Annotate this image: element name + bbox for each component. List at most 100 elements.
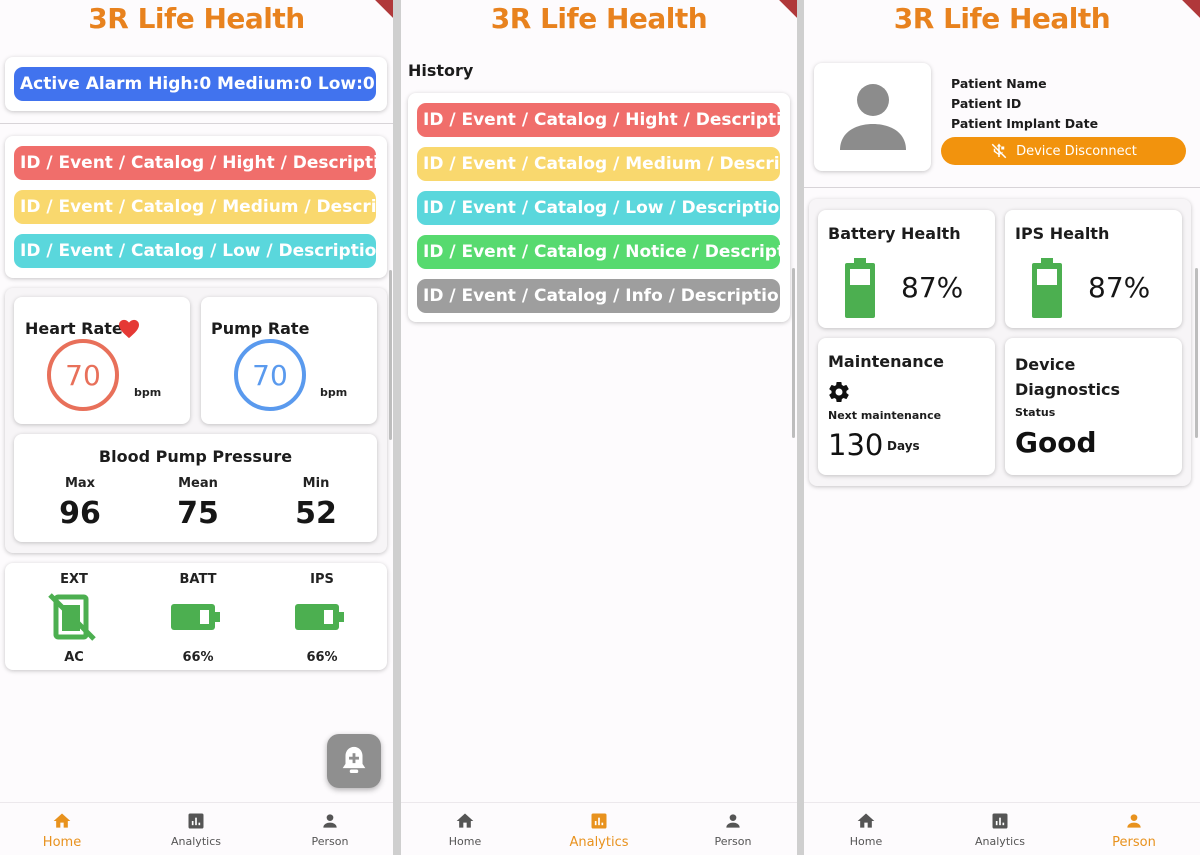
nav-person[interactable]: Person	[1089, 811, 1179, 850]
divider	[0, 123, 393, 124]
add-alarm-button[interactable]	[327, 734, 381, 788]
bottom-nav: Home Analytics Person	[804, 802, 1200, 855]
history-item-notice[interactable]: ID / Event / Catalog / Notice / Descript…	[417, 235, 780, 269]
pump-rate-label: Pump Rate	[211, 319, 310, 338]
nav-analytics-label: Analytics	[171, 835, 221, 848]
home-icon	[53, 813, 71, 828]
person-screen: 3R Life Health Patient Name Patient ID P…	[804, 0, 1200, 855]
alarm-item-high[interactable]: ID / Event / Catalog / Hight / Descripti…	[14, 146, 376, 180]
avatar-icon	[840, 84, 906, 150]
analytics-icon	[992, 813, 1008, 829]
ext-label: EXT	[60, 572, 88, 587]
heart-rate-label: Heart Rate	[25, 319, 123, 338]
scrollbar[interactable]	[792, 268, 795, 438]
device-disconnect-button[interactable]: Device Disconnect	[941, 137, 1186, 165]
usb-off-icon	[991, 143, 1007, 159]
mean-value: 75	[177, 496, 219, 531]
pump-rate-unit: bpm	[320, 386, 348, 399]
blood-pressure-title: Blood Pump Pressure	[98, 447, 293, 466]
ips-health-value: 87%	[1088, 271, 1151, 304]
app-title: 3R Life Health	[893, 2, 1111, 35]
app-title: 3R Life Health	[88, 2, 305, 35]
history-item-high[interactable]: ID / Event / Catalog / Hight / Descripti…	[417, 103, 780, 137]
nav-home[interactable]: Home	[420, 811, 510, 848]
max-label: Max	[64, 476, 96, 491]
nav-analytics-label: Analytics	[569, 835, 629, 850]
history-label: History	[408, 61, 474, 80]
nav-home-label: Home	[849, 835, 883, 848]
nav-home[interactable]: Home	[17, 811, 107, 850]
ips-health-label: IPS Health	[1015, 224, 1110, 243]
patient-name: Patient Name	[951, 76, 1047, 91]
analytics-icon	[591, 813, 607, 829]
min-value: 52	[295, 496, 337, 531]
nav-analytics[interactable]: Analytics	[554, 811, 644, 850]
battery-health-label: Battery Health	[828, 224, 961, 243]
max-value: 96	[59, 496, 101, 531]
bottom-nav: Home Analytics Person	[401, 802, 797, 855]
avatar[interactable]	[814, 63, 931, 171]
scrollbar[interactable]	[389, 270, 392, 440]
pump-rate-card: Pump Rate 70 bpm	[201, 297, 377, 424]
person-icon	[726, 814, 740, 828]
nav-person-label: Person	[1112, 835, 1156, 850]
nav-analytics-label: Analytics	[975, 835, 1025, 848]
history-item-low[interactable]: ID / Event / Catalog / Low / Description	[417, 191, 780, 225]
nav-home[interactable]: Home	[821, 811, 911, 848]
person-icon	[1127, 814, 1141, 828]
device-status-card: Battery Health 87% IPS Health 87% Mainte…	[809, 199, 1191, 486]
batt-value: 66%	[182, 650, 214, 665]
nav-person[interactable]: Person	[285, 811, 375, 848]
scrollbar[interactable]	[1195, 268, 1198, 438]
patient-implant-date: Patient Implant Date	[951, 116, 1099, 131]
ext-value: AC	[64, 650, 84, 665]
battery-health-value: 87%	[901, 271, 964, 304]
person-icon	[323, 814, 337, 828]
history-item-info[interactable]: ID / Event / Catalog / Info / Descriptio…	[417, 279, 780, 313]
home-icon	[857, 813, 875, 828]
analytics-icon	[188, 813, 204, 829]
heart-rate-card: Heart Rate 70 bpm	[14, 297, 190, 424]
battery-icon	[171, 604, 220, 630]
bottom-nav: Home Analytics Person	[0, 802, 393, 855]
mean-label: Mean	[178, 476, 218, 491]
nav-home-label: Home	[42, 835, 82, 850]
pump-rate-value: 70	[234, 339, 306, 411]
battery-icon	[1032, 258, 1062, 318]
next-maintenance-label: Next maintenance	[828, 409, 942, 422]
blood-pressure-card: Blood Pump Pressure Max 96 Mean 75 Min 5…	[14, 434, 377, 542]
nav-analytics[interactable]: Analytics	[955, 811, 1045, 848]
heart-icon	[119, 319, 139, 339]
home-icon	[456, 813, 474, 828]
power-card: EXT AC BATT 66% IPS 66%	[5, 563, 387, 670]
battery-icon	[845, 258, 875, 318]
battery-health-card: Battery Health 87%	[818, 210, 995, 328]
device-disconnect-label: Device Disconnect	[1016, 143, 1137, 159]
divider	[804, 187, 1200, 188]
heart-rate-value: 70	[47, 339, 119, 411]
active-alarm-summary[interactable]: Active Alarm High:0 Medium:0 Low:0	[14, 67, 376, 101]
status-value: Good	[1015, 426, 1097, 459]
nav-home-label: Home	[448, 835, 482, 848]
active-alarm-card: Active Alarm High:0 Medium:0 Low:0	[5, 57, 387, 111]
ips-health-card: IPS Health 87%	[1005, 210, 1182, 328]
alarm-item-medium[interactable]: ID / Event / Catalog / Medium / Descript…	[14, 190, 376, 224]
bell-plus-icon	[342, 746, 366, 774]
history-item-medium[interactable]: ID / Event / Catalog / Medium / Descript…	[417, 147, 780, 181]
gear-icon	[829, 382, 849, 403]
alarm-item-low[interactable]: ID / Event / Catalog / Low / Description	[14, 234, 376, 268]
history-card: ID / Event / Catalog / Hight / Descripti…	[408, 93, 790, 322]
maintenance-label: Maintenance	[828, 352, 945, 371]
ac-off-icon	[48, 593, 96, 641]
maintenance-card: Maintenance Next maintenance 130 Days	[818, 338, 995, 475]
nav-person[interactable]: Person	[688, 811, 778, 848]
nav-analytics[interactable]: Analytics	[151, 811, 241, 848]
ips-value: 66%	[306, 650, 338, 665]
status-label: Status	[1015, 406, 1056, 419]
home-screen: 3R Life Health Active Alarm High:0 Mediu…	[0, 0, 393, 855]
ips-label: IPS	[310, 572, 334, 587]
next-maintenance-unit: Days	[887, 439, 920, 453]
nav-person-label: Person	[311, 835, 349, 848]
device-diagnostics-label: Device Diagnostics	[1015, 355, 1121, 399]
batt-label: BATT	[179, 572, 217, 587]
